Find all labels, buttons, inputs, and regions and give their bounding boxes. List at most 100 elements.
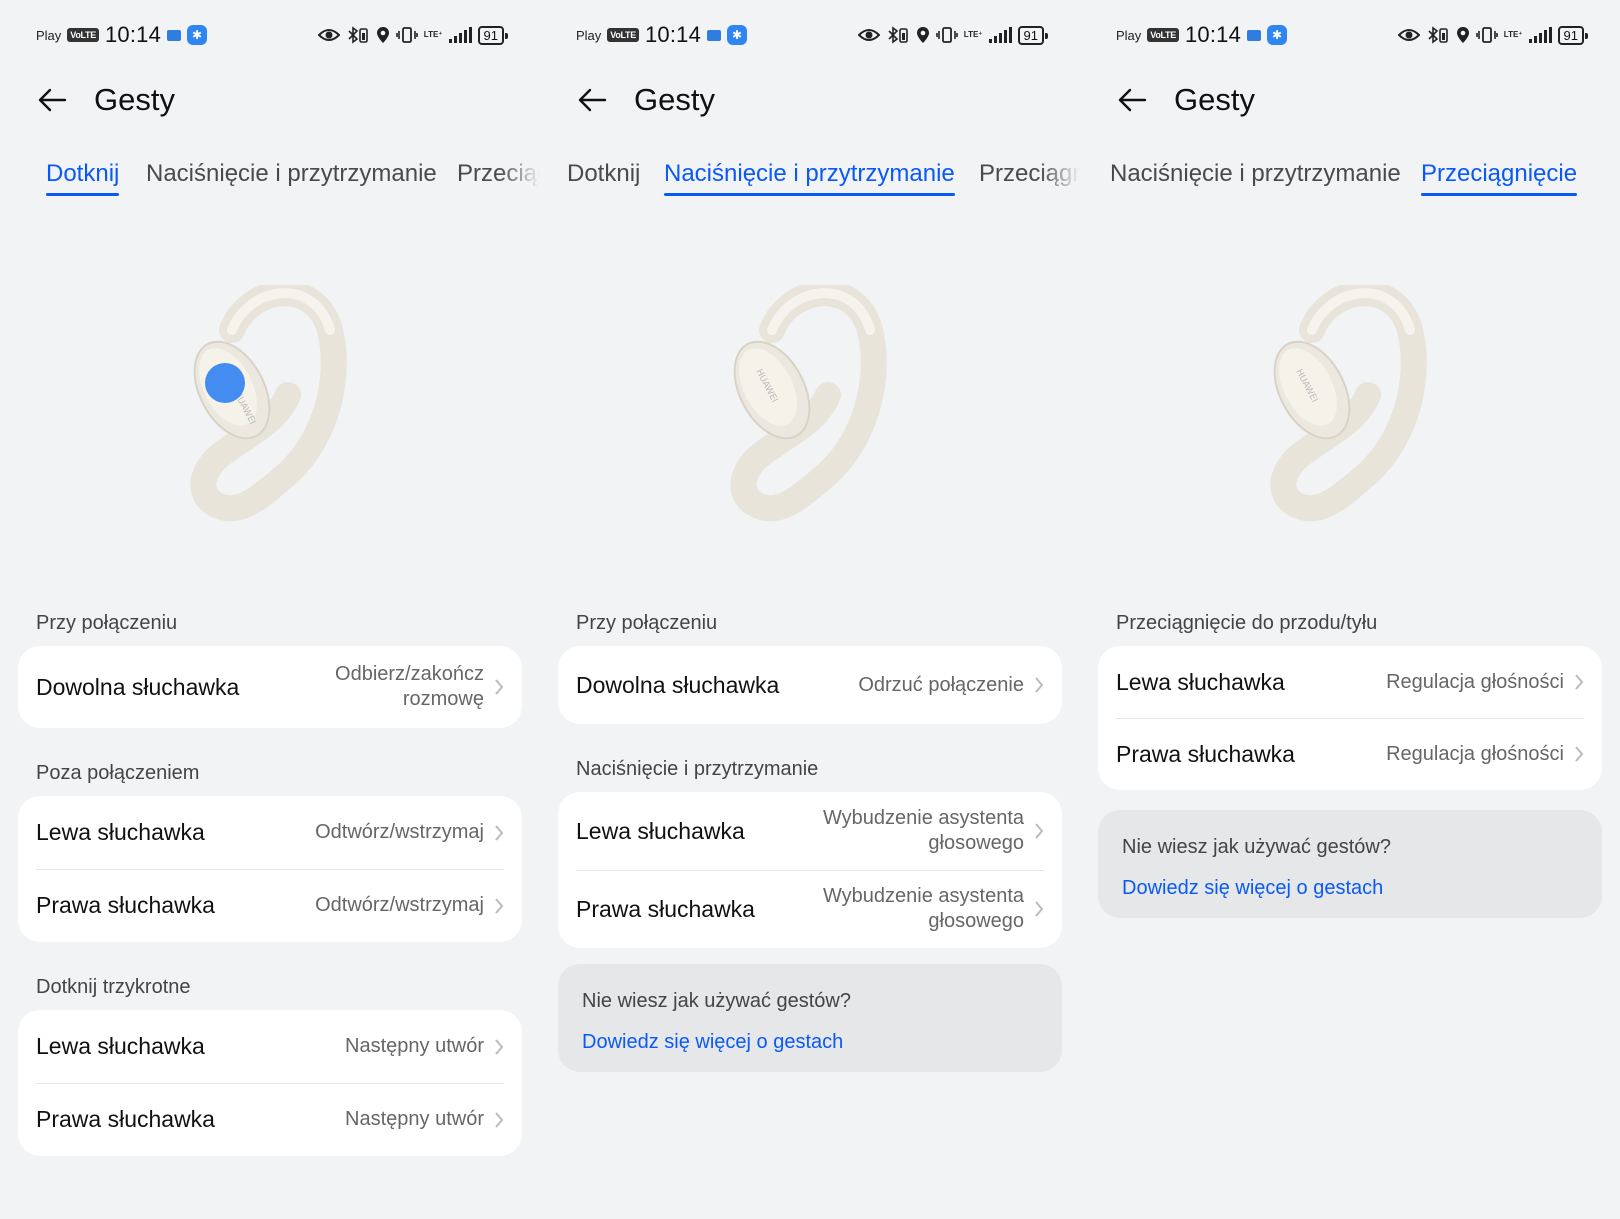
signal-strength-icon	[448, 27, 472, 43]
chevron-right-icon	[495, 1038, 504, 1055]
gesture-tabs: Dotknij Naciśnięcie i przytrzymanie Prze…	[540, 160, 1080, 210]
help-card: Nie wiesz jak używać gestów? Dowiedz się…	[1098, 810, 1602, 918]
page-title: Gesty	[94, 82, 175, 117]
row-label: Lewa słuchawka	[576, 817, 745, 844]
chevron-right-icon	[1035, 677, 1044, 693]
location-icon	[1456, 27, 1469, 43]
app-header: Gesty	[576, 78, 715, 122]
clock: 10:14	[644, 22, 702, 47]
bluetooth-battery-icon	[888, 26, 908, 44]
card-during-call: Dowolna słuchawka Odrzuć połączenie	[558, 646, 1062, 724]
tab-press-and-hold[interactable]: Naciśnięcie i przytrzymanie	[664, 160, 955, 196]
section-label-triple-tap: Dotknij trzykrotne	[36, 976, 191, 998]
vibrate-icon	[395, 27, 418, 43]
row-value: Wybudzenie asystenta głosowego	[822, 807, 1024, 854]
help-question: Nie wiesz jak używać gestów?	[582, 990, 851, 1012]
help-card: Nie wiesz jak używać gestów? Dowiedz się…	[558, 964, 1062, 1072]
page-title: Gesty	[634, 82, 715, 117]
back-arrow-icon[interactable]	[576, 84, 608, 116]
row-label: Prawa słuchawka	[36, 1106, 215, 1132]
tap-marker	[205, 363, 245, 403]
row-right-earbud[interactable]: Prawa słuchawka Następny utwór	[18, 1083, 522, 1156]
battery-indicator: 91	[477, 25, 509, 45]
signal-strength-icon	[988, 27, 1012, 43]
vibrate-icon	[935, 27, 958, 43]
row-label: Lewa słuchawka	[36, 819, 205, 845]
eye-icon	[857, 29, 880, 41]
location-icon	[916, 27, 929, 43]
status-bar: Play VoLTE 10:14 ✱ LTE⁺ 91	[1116, 18, 1589, 52]
back-arrow-icon[interactable]	[36, 84, 68, 116]
row-value: Następny utwór	[345, 1108, 484, 1130]
row-label: Dowolna słuchawka	[36, 673, 240, 700]
clock: 10:14	[104, 22, 162, 47]
row-value: Odtwórz/wstrzymaj	[315, 894, 484, 916]
earbud-illustration: HUAWEI	[730, 285, 887, 522]
app-notification-icon: ✱	[1267, 25, 1288, 45]
chevron-right-icon	[495, 679, 504, 695]
clock: 10:14	[1184, 22, 1242, 47]
row-left-earbud[interactable]: Lewa słuchawka Odtwórz/wstrzymaj	[18, 796, 522, 869]
row-left-earbud[interactable]: Lewa słuchawka Następny utwór	[18, 1010, 522, 1083]
bluetooth-battery-icon	[1428, 26, 1448, 44]
row-value: Regulacja głośności	[1386, 670, 1564, 693]
row-any-earbud[interactable]: Dowolna słuchawka Odrzuć połączenie	[558, 646, 1062, 724]
lte-indicator: LTE⁺	[963, 30, 983, 39]
row-label: Lewa słuchawka	[1116, 668, 1285, 695]
carrier-name: Play	[1116, 27, 1142, 43]
section-label-during-call: Przy połączeniu	[36, 612, 178, 634]
bluetooth-battery-icon	[348, 26, 368, 44]
message-icon	[707, 29, 722, 41]
row-right-earbud[interactable]: Prawa słuchawka Odtwórz/wstrzymaj	[18, 869, 522, 942]
tab-press-and-hold[interactable]: Naciśnięcie i przytrzymanie	[1110, 160, 1401, 196]
card-swipe: Lewa słuchawka Regulacja głośności Prawa…	[1098, 646, 1602, 790]
status-bar: Play VoLTE 10:14 ✱ LTE⁺ 91	[576, 18, 1049, 52]
row-left-earbud[interactable]: Lewa słuchawka Regulacja głośności	[1098, 646, 1602, 718]
row-label: Dowolna słuchawka	[576, 671, 780, 698]
section-label-swipe-forward-back: Przeciągnięcie do przodu/tyłu	[1116, 612, 1378, 634]
tab-tap[interactable]: Dotknij	[46, 160, 120, 196]
row-value: Odrzuć połączenie	[858, 673, 1024, 696]
chevron-right-icon	[1575, 746, 1584, 762]
lte-indicator: LTE⁺	[1503, 30, 1523, 39]
tab-swipe[interactable]: Przeciągnięcie	[1421, 160, 1578, 196]
volte-badge: VoLTE	[67, 28, 99, 42]
row-label: Prawa słuchawka	[576, 895, 755, 922]
tab-press-and-hold[interactable]: Naciśnięcie i przytrzymanie	[146, 160, 437, 196]
gesture-tabs: Naciśnięcie i przytrzymanie Przeciągnięc…	[1080, 160, 1620, 210]
location-icon	[376, 27, 389, 43]
gesture-tabs: Dotknij Naciśnięcie i przytrzymanie Prze…	[0, 160, 540, 210]
chevron-right-icon	[495, 1111, 504, 1128]
screen-press-and-hold-gestures: Play VoLTE 10:14 ✱ LTE⁺ 91 Gesty Dotknij…	[540, 0, 1080, 1219]
section-label-during-call: Przy połączeniu	[576, 612, 718, 634]
message-icon	[167, 29, 182, 41]
row-right-earbud[interactable]: Prawa słuchawka Regulacja głośności	[1098, 718, 1602, 790]
status-bar: Play VoLTE 10:14 ✱ LTE⁺ 91	[36, 18, 509, 52]
eye-icon	[1397, 29, 1420, 41]
section-label-outside-call: Poza połączeniem	[36, 762, 200, 784]
back-arrow-icon[interactable]	[1116, 84, 1148, 116]
tab-tap[interactable]: Dotknij	[567, 160, 640, 196]
card-outside-call: Lewa słuchawka Odtwórz/wstrzymaj Prawa s…	[18, 796, 522, 942]
row-any-earbud[interactable]: Dowolna słuchawka Odbierz/zakończ rozmow…	[18, 646, 522, 728]
learn-more-link[interactable]: Dowiedz się więcej o gestach	[582, 1031, 1038, 1054]
battery-indicator: 91	[1557, 25, 1589, 45]
learn-more-link[interactable]: Dowiedz się więcej o gestach	[1122, 877, 1578, 900]
row-right-earbud[interactable]: Prawa słuchawka Wybudzenie asystenta gło…	[558, 870, 1062, 948]
app-header: Gesty	[36, 78, 175, 122]
chevron-right-icon	[1035, 823, 1044, 839]
row-value: Odtwórz/wstrzymaj	[315, 821, 484, 843]
section-label-press-and-hold: Naciśnięcie i przytrzymanie	[576, 758, 819, 780]
row-value: Regulacja głośności	[1386, 742, 1564, 765]
row-value: Odbierz/zakończ rozmowę	[335, 663, 484, 710]
card-during-call: Dowolna słuchawka Odbierz/zakończ rozmow…	[18, 646, 522, 728]
signal-strength-icon	[1528, 27, 1552, 43]
card-press-and-hold: Lewa słuchawka Wybudzenie asystenta głos…	[558, 792, 1062, 948]
row-left-earbud[interactable]: Lewa słuchawka Wybudzenie asystenta głos…	[558, 792, 1062, 870]
page-title: Gesty	[1174, 82, 1255, 117]
row-label: Prawa słuchawka	[1116, 740, 1295, 767]
row-value: Wybudzenie asystenta głosowego	[822, 885, 1024, 932]
battery-indicator: 91	[1017, 25, 1049, 45]
chevron-right-icon	[1035, 901, 1044, 917]
card-triple-tap: Lewa słuchawka Następny utwór Prawa słuc…	[18, 1010, 522, 1156]
